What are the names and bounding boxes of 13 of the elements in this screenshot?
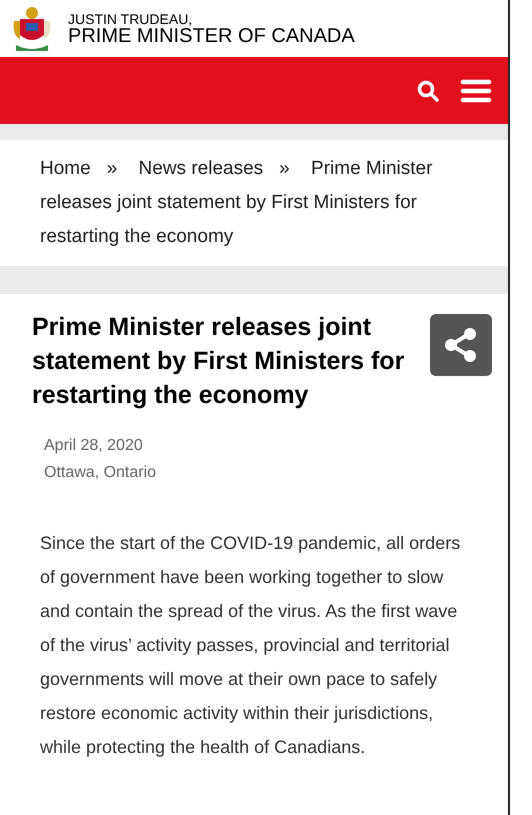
breadcrumb[interactable]: Home » News releases » Prime Minister releases joint statement by First Ministers for restarting the economy	[40, 152, 468, 254]
article-location: Ottawa, Ontario	[44, 463, 158, 483]
site-name: JUSTIN TRUDEAU,	[68, 12, 194, 26]
article-title: Prime Minister releases joint statement by First Ministers for restarting the economy	[32, 312, 406, 411]
menu-icon	[460, 78, 492, 102]
article-date: April 28, 2020	[44, 436, 144, 456]
search-button[interactable]	[416, 78, 440, 102]
menu-button[interactable]	[460, 78, 492, 102]
article-body: Since the start of the COVID-19 pandemic, all orders of government have been working together to slow and contain the spread of the virus. As the first wave of the virus’ activity passes, provincial and territorial governments will move at their own pace to safely restore economic activity within their jurisdictions, while protecting the health of Canadians.	[39, 532, 462, 759]
search-icon	[416, 78, 440, 102]
coat-of-arms-icon	[12, 4, 52, 52]
share-button[interactable]	[430, 314, 492, 376]
site-title: PRIME MINISTER OF CANADA	[68, 26, 355, 46]
